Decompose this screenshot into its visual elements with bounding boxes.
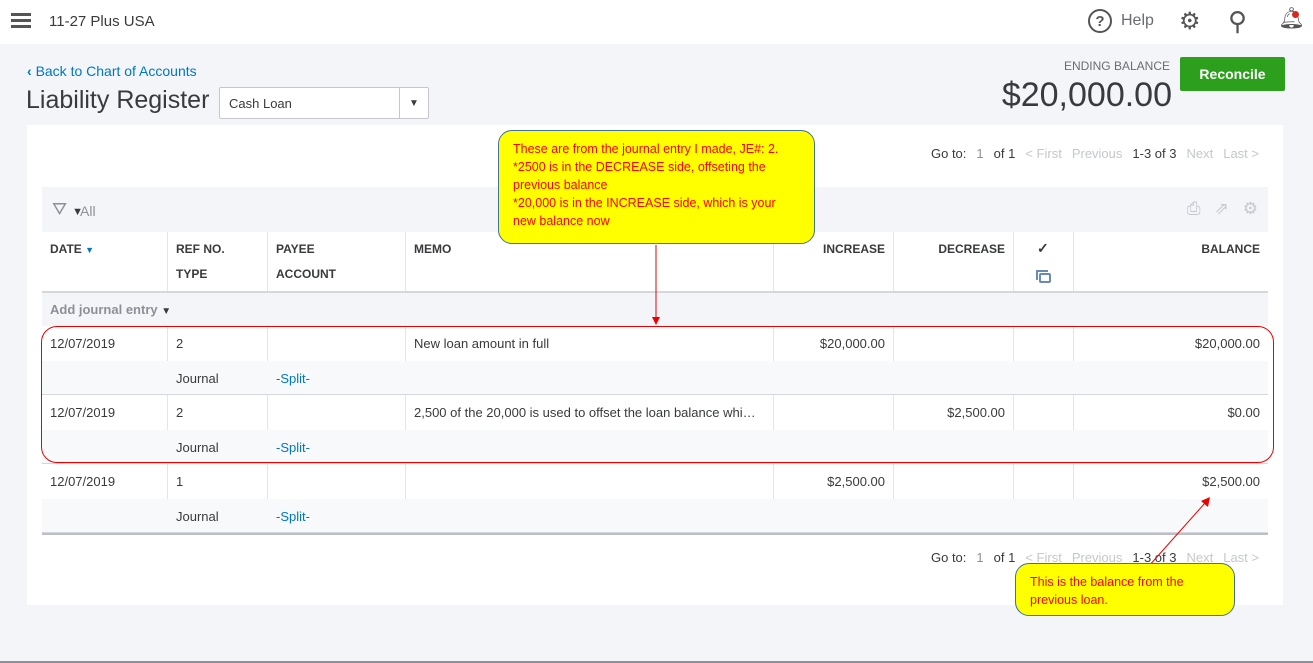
annotation-note-journal: These are from the journal entry I made,… [498,130,815,244]
annotation-note-previous: This is the balance from the previous lo… [1015,563,1235,616]
note-line: *20,000 is in the INCREASE side, which i… [513,196,776,228]
arrow-line [1147,502,1206,568]
arrow-head [652,317,660,325]
note-line: These are from the journal entry I made,… [513,142,779,156]
note-line: *2500 is in the DECREASE side, offseting… [513,160,766,192]
